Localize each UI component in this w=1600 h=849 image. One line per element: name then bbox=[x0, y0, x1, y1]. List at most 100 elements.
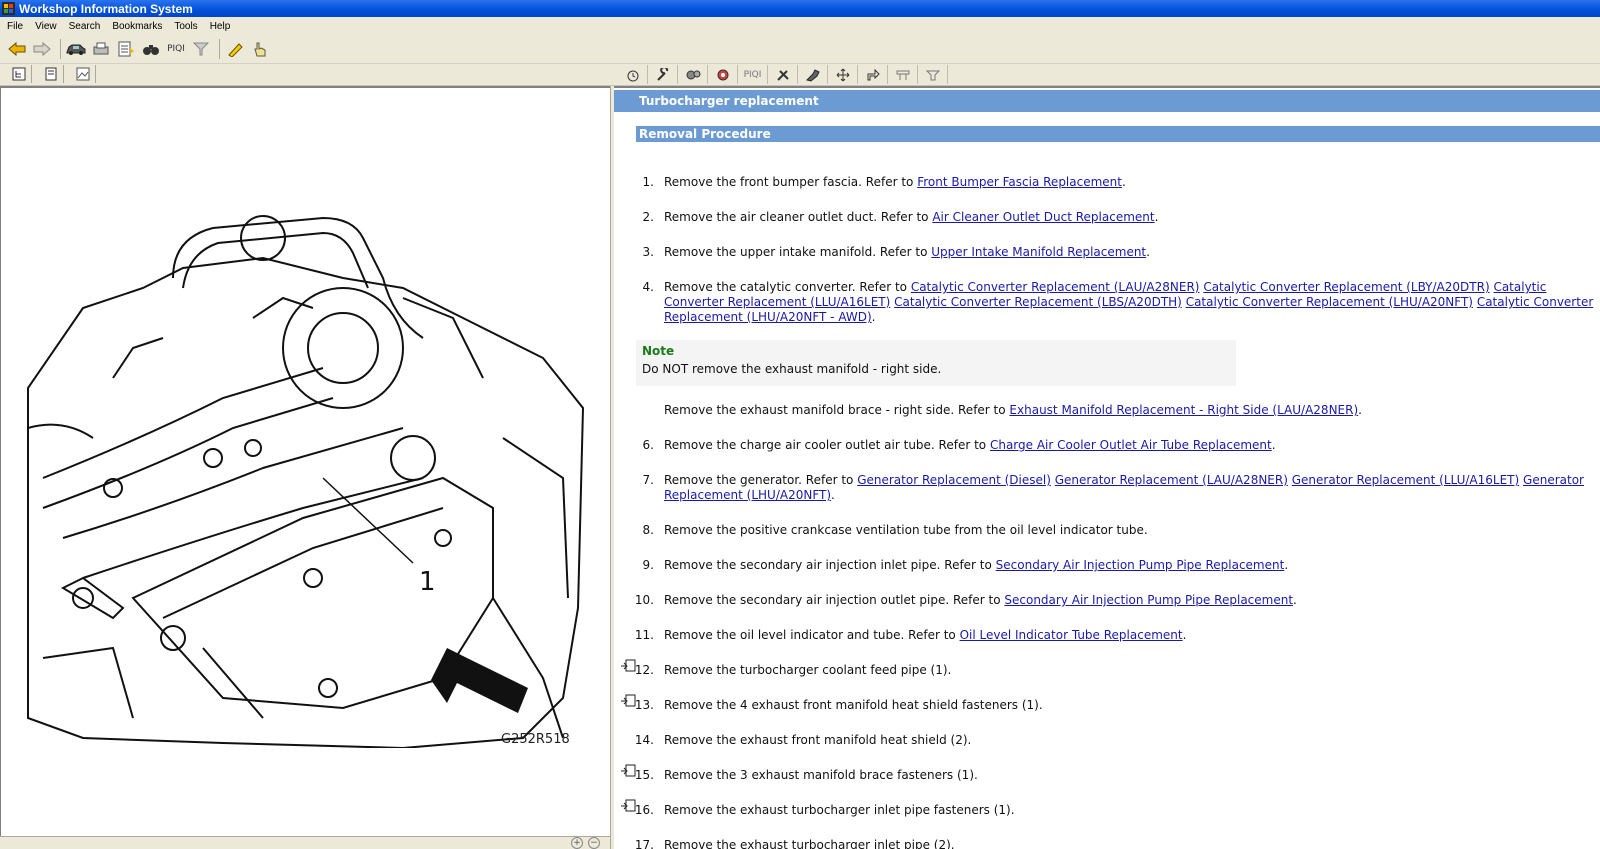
step-number: 3. bbox=[642, 245, 654, 259]
step-tail: . bbox=[1358, 403, 1362, 417]
step-number: 12. bbox=[634, 663, 654, 677]
section-heading: Removal Procedure bbox=[636, 126, 1600, 142]
piqi-button[interactable]: PIQI bbox=[165, 38, 187, 60]
step-number: 1. bbox=[642, 175, 654, 189]
step-link[interactable]: Catalytic Converter Replacement (LHU/A20… bbox=[1186, 295, 1473, 309]
tools-icon[interactable] bbox=[768, 65, 798, 84]
step-tail: . bbox=[871, 310, 876, 324]
move-icon[interactable] bbox=[828, 65, 858, 84]
step-link[interactable]: Secondary Air Injection Pump Pipe Replac… bbox=[996, 558, 1285, 572]
step-link[interactable]: Secondary Air Injection Pump Pipe Replac… bbox=[1004, 593, 1293, 607]
step-number: 11. bbox=[634, 628, 654, 642]
step-text: Remove the 3 exhaust manifold brace fast… bbox=[664, 768, 978, 782]
menu-help[interactable]: Help bbox=[203, 21, 236, 32]
menu-view[interactable]: View bbox=[28, 21, 62, 32]
step-number: 2. bbox=[642, 210, 654, 224]
step-number: 16. bbox=[634, 803, 654, 817]
menu-bookmarks[interactable]: Bookmarks bbox=[105, 21, 167, 32]
image-view-icon[interactable] bbox=[70, 65, 96, 83]
callout-number: 1 bbox=[419, 567, 436, 597]
wrench-icon[interactable] bbox=[648, 65, 678, 84]
window-title: Workshop Information System bbox=[19, 1, 193, 16]
tree-view-icon[interactable] bbox=[6, 65, 32, 83]
step-number: 13. bbox=[634, 698, 654, 712]
step-number: 17. bbox=[634, 838, 654, 849]
note-box: Note Do NOT remove the exhaust manifold … bbox=[636, 340, 1236, 386]
special-tool-icon[interactable] bbox=[798, 65, 828, 84]
torque-icon[interactable] bbox=[858, 65, 888, 84]
document-view-icon[interactable] bbox=[38, 65, 64, 83]
step-number: 6. bbox=[642, 438, 654, 452]
document-list-icon[interactable] bbox=[115, 38, 137, 60]
gears-icon[interactable] bbox=[678, 65, 708, 84]
step-link[interactable]: Air Cleaner Outlet Duct Replacement bbox=[932, 210, 1154, 224]
step-link[interactable]: Charge Air Cooler Outlet Air Tube Replac… bbox=[990, 438, 1272, 452]
zoom-out-icon[interactable]: − bbox=[588, 837, 600, 849]
step-tail: . bbox=[831, 488, 835, 502]
print-icon[interactable] bbox=[90, 38, 112, 60]
highlight-pen-icon[interactable] bbox=[224, 38, 246, 60]
step-text: Remove the exhaust turbocharger inlet pi… bbox=[664, 803, 1015, 817]
step-link[interactable]: Exhaust Manifold Replacement - Right Sid… bbox=[1009, 403, 1358, 417]
step-tail: . bbox=[1271, 438, 1276, 452]
step-link[interactable]: Generator Replacement (Diesel) bbox=[857, 473, 1051, 487]
step-text: Remove the exhaust manifold brace - righ… bbox=[664, 403, 1010, 417]
step-link[interactable]: Generator Replacement (LLU/A16LET) bbox=[1292, 473, 1519, 487]
step-number: 9. bbox=[642, 558, 654, 572]
document-title: Turbocharger replacement bbox=[614, 90, 1600, 112]
step-tail: . bbox=[1154, 210, 1159, 224]
step-text: Remove the turbocharger coolant feed pip… bbox=[664, 663, 952, 677]
step-tail: . bbox=[1182, 628, 1187, 642]
step-number: 7. bbox=[642, 473, 654, 487]
diagnostic-icon[interactable] bbox=[708, 65, 738, 84]
step-link[interactable]: Catalytic Converter Replacement (LAU/A28… bbox=[911, 280, 1200, 294]
step-text: Remove the front bumper fascia. Refer to bbox=[664, 175, 918, 189]
step-link[interactable]: Catalytic Converter Replacement (LBY/A20… bbox=[1203, 280, 1489, 294]
step-text: Remove the exhaust front manifold heat s… bbox=[664, 733, 972, 747]
hoist-icon[interactable] bbox=[918, 65, 948, 84]
binoculars-icon[interactable] bbox=[140, 38, 162, 60]
illustration-pane: 1 G252R518 bbox=[0, 86, 610, 836]
step-number: 8. bbox=[642, 523, 654, 537]
step-text: Remove the upper intake manifold. Refer … bbox=[664, 245, 932, 259]
view-toolbar: PIQI bbox=[0, 64, 1600, 86]
engine-illustration[interactable]: 1 bbox=[23, 178, 588, 748]
step-link[interactable]: Oil Level Indicator Tube Replacement bbox=[960, 628, 1183, 642]
step-link[interactable]: Front Bumper Fascia Replacement bbox=[917, 175, 1122, 189]
vehicle-icon[interactable] bbox=[65, 38, 87, 60]
step-link[interactable]: Generator Replacement (LAU/A28NER) bbox=[1055, 473, 1288, 487]
step-text: Remove the oil level indicator and tube.… bbox=[664, 628, 960, 642]
step-text: Remove the 4 exhaust front manifold heat… bbox=[664, 698, 1043, 712]
step-text: Remove the positive crankcase ventilatio… bbox=[664, 523, 1148, 537]
main-toolbar: PIQI bbox=[0, 35, 1600, 64]
step-tail: . bbox=[1284, 558, 1289, 572]
step-number: 15. bbox=[634, 768, 654, 782]
menu-tools[interactable]: Tools bbox=[167, 21, 202, 32]
step-link[interactable]: Catalytic Converter Replacement (LBS/A20… bbox=[894, 295, 1182, 309]
title-bar: Workshop Information System bbox=[0, 0, 1600, 17]
alarm-clock-icon[interactable] bbox=[618, 65, 648, 84]
step-text: Remove the air cleaner outlet duct. Refe… bbox=[664, 210, 933, 224]
document-tools: PIQI bbox=[618, 65, 948, 84]
step-number: 14. bbox=[634, 733, 654, 747]
step-text: Remove the secondary air injection inlet… bbox=[664, 558, 996, 572]
toolbar-separator bbox=[60, 39, 61, 59]
zoom-in-icon[interactable]: + bbox=[571, 837, 583, 849]
piqi-tool-button[interactable]: PIQI bbox=[738, 65, 768, 84]
step-link[interactable]: Upper Intake Manifold Replacement bbox=[931, 245, 1146, 259]
step-number: 10. bbox=[634, 593, 654, 607]
step-tail: . bbox=[1146, 245, 1150, 259]
forward-arrow-icon[interactable] bbox=[31, 38, 53, 60]
menu-search[interactable]: Search bbox=[62, 21, 106, 32]
lift-icon[interactable] bbox=[888, 65, 918, 84]
step-tail: . bbox=[1121, 175, 1126, 189]
back-arrow-icon[interactable] bbox=[6, 38, 28, 60]
toolbar-separator bbox=[219, 39, 220, 59]
step-number: 4. bbox=[642, 280, 654, 294]
hand-pointer-icon[interactable] bbox=[249, 38, 271, 60]
menu-file[interactable]: File bbox=[0, 21, 28, 32]
step-text: Remove the charge air cooler outlet air … bbox=[664, 438, 990, 452]
note-heading: Note bbox=[642, 344, 675, 358]
step-text: Remove the exhaust turbocharger inlet pi… bbox=[664, 838, 955, 849]
filter-icon[interactable] bbox=[190, 38, 212, 60]
